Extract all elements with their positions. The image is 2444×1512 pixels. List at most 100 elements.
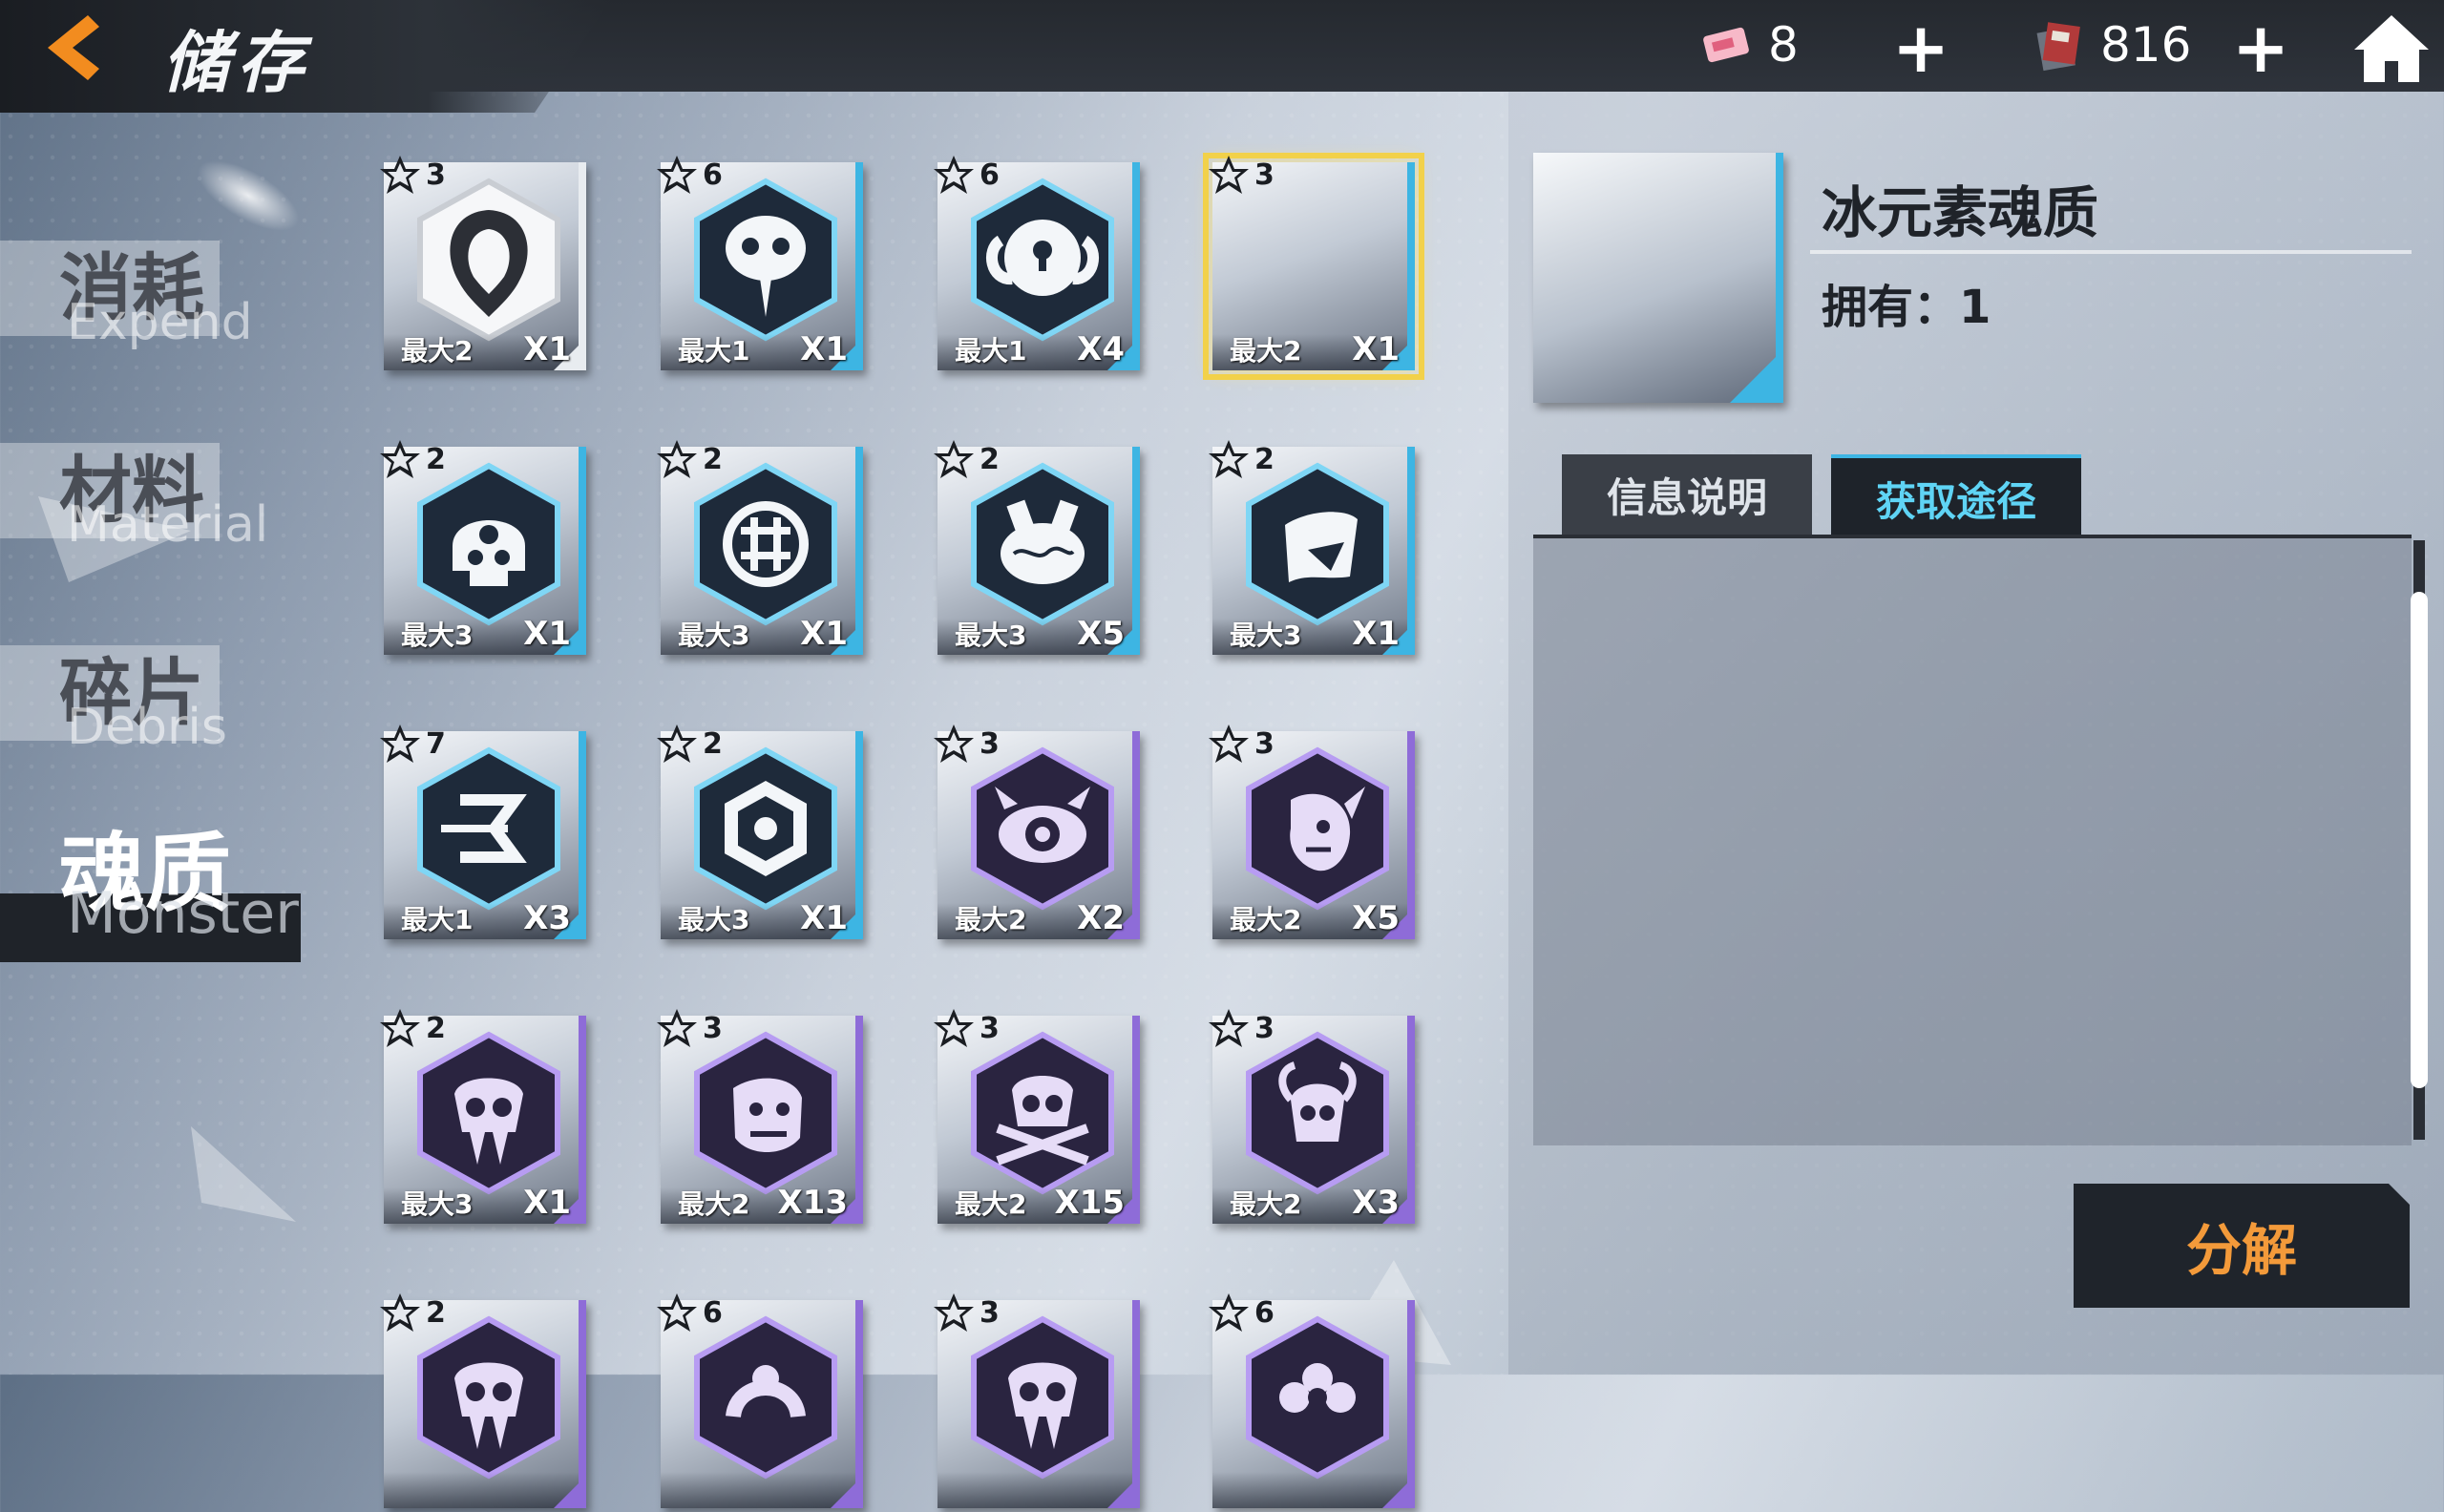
arrow-hex-icon: [417, 746, 560, 911]
item-max-label: 最大3: [955, 620, 1027, 651]
ticket-count: 8: [1768, 17, 1799, 73]
item-rank: 2: [1254, 443, 1275, 476]
item-rank: 3: [1254, 1012, 1275, 1045]
inventory-item[interactable]: 最大3 X1 2: [649, 437, 867, 659]
inventory-item[interactable]: 最大3 X5 2: [926, 437, 1144, 659]
empty-icon: [1232, 174, 1403, 346]
item-max-label: 最大1: [955, 335, 1027, 367]
item-rank: 2: [426, 443, 446, 476]
back-button[interactable]: [29, 8, 124, 88]
star-rank-icon: [1209, 156, 1249, 194]
beast-skull-icon: [417, 1031, 560, 1195]
star-rank-icon: [934, 156, 974, 194]
star-rank-icon: [1209, 1293, 1249, 1332]
item-rank: 6: [703, 1296, 723, 1330]
nav-material[interactable]: 材料 Material: [0, 431, 315, 575]
add-card-pack-button[interactable]: +: [2230, 8, 2291, 88]
item-max-label: 最大2: [1230, 904, 1302, 935]
cloak-icon: [1246, 462, 1389, 626]
inventory-item[interactable]: 最大3 X1 2: [1201, 437, 1419, 659]
detail-owned-count: 拥有：1: [1822, 281, 1991, 334]
item-max-label: 最大2: [678, 1188, 750, 1220]
inventory-item[interactable]: 最大1 X3 7: [372, 722, 590, 943]
item-max-label: 最大1: [678, 335, 750, 367]
item-rank: 6: [1254, 1296, 1275, 1330]
imp-face-icon: [1246, 746, 1389, 911]
star-rank-icon: [1209, 440, 1249, 478]
item-rank: 6: [980, 158, 1000, 192]
item-quantity: X2: [1077, 899, 1125, 937]
inventory-item[interactable]: 最大2 X2 3: [926, 722, 1144, 943]
inventory-item[interactable]: 3: [926, 1291, 1144, 1512]
nav-label-en: Monster: [67, 880, 299, 947]
star-rank-icon: [1209, 724, 1249, 763]
currency-ticket: 8: [1699, 13, 1799, 76]
item-max-label: 最大2: [1230, 335, 1302, 367]
hex-nut-icon: [694, 746, 837, 911]
item-max-label: 最大1: [401, 904, 474, 935]
add-ticket-button[interactable]: +: [1890, 8, 1951, 88]
star-rank-icon: [934, 440, 974, 478]
inventory-item[interactable]: 最大1 X1 6: [649, 153, 867, 374]
decompose-button[interactable]: 分解: [2074, 1184, 2410, 1308]
grid-orb-icon: [694, 462, 837, 626]
star-rank-icon: [657, 1293, 697, 1332]
inventory-item[interactable]: 最大2 X13 3: [649, 1006, 867, 1228]
nav-expend[interactable]: 消耗 Expend: [0, 229, 315, 372]
inventory-item[interactable]: 最大2 X1 3: [372, 153, 590, 374]
inventory-item[interactable]: 最大3 X1 2: [649, 722, 867, 943]
star-rank-icon: [1209, 1009, 1249, 1047]
item-rank: 3: [980, 1296, 1000, 1330]
inventory-item[interactable]: 最大3 X1 2: [372, 1006, 590, 1228]
item-quantity: X1: [1352, 330, 1400, 368]
inventory-item[interactable]: 最大3 X1 2: [372, 437, 590, 659]
item-quantity: X3: [523, 899, 571, 937]
item-max-label: 最大3: [678, 904, 750, 935]
star-rank-icon: [380, 1293, 420, 1332]
home-button[interactable]: [2349, 10, 2434, 86]
nav-debris[interactable]: 碎片 Debris: [0, 634, 315, 777]
inventory-item[interactable]: 6: [1201, 1291, 1419, 1512]
item-rank: 2: [703, 443, 723, 476]
item-rank: 3: [426, 158, 446, 192]
nav-monster[interactable]: 魂质 Monster: [0, 809, 315, 962]
inventory-item[interactable]: 2: [372, 1291, 590, 1512]
item-footer: [938, 1472, 1140, 1508]
inventory-item[interactable]: 6: [649, 1291, 867, 1512]
star-rank-icon: [657, 156, 697, 194]
nav-label-en: Debris: [67, 699, 227, 756]
inventory-item[interactable]: 最大1 X4 6: [926, 153, 1144, 374]
nav-label-en: Material: [67, 496, 269, 554]
tab-source[interactable]: 获取途径: [1831, 454, 2081, 538]
ogre-head-icon: [694, 1031, 837, 1195]
item-grid: 最大2 X1 3 最大1 X1 6 最大1 X4 6 最大2 X1 3 最大3 …: [372, 153, 1442, 1508]
item-quantity: X1: [800, 330, 848, 368]
plus-icon: +: [1891, 8, 1950, 88]
item-max-label: 最大3: [401, 1188, 474, 1220]
divider: [1810, 250, 2412, 254]
ram-lock-icon: [971, 178, 1114, 342]
scrollbar-thumb[interactable]: [2411, 592, 2428, 1088]
eye-demon-icon: [971, 746, 1114, 911]
star-rank-icon: [934, 1009, 974, 1047]
detail-item-name: 冰元素魂质: [1822, 180, 2099, 245]
card-pack-icon: [2036, 22, 2080, 72]
star-rank-icon: [657, 724, 697, 763]
item-max-label: 最大3: [1230, 620, 1302, 651]
card-pack-count: 816: [2100, 17, 2192, 73]
item-footer: [1212, 1472, 1415, 1508]
crossed-bones-skull-icon: [971, 1031, 1114, 1195]
item-quantity: X15: [1054, 1184, 1125, 1222]
inventory-item[interactable]: 最大2 X15 3: [926, 1006, 1144, 1228]
inventory-item[interactable]: 最大2 X5 3: [1201, 722, 1419, 943]
horned-skull-icon: [1246, 1031, 1389, 1195]
inventory-item[interactable]: 最大2 X3 3: [1201, 1006, 1419, 1228]
item-max-label: 最大2: [1230, 1188, 1302, 1220]
detail-thumbnail: [1533, 153, 1783, 403]
inventory-item[interactable]: 最大2 X1 3: [1201, 153, 1424, 380]
item-rank: 2: [703, 727, 723, 761]
tab-info[interactable]: 信息说明: [1562, 454, 1812, 535]
item-footer: [661, 1472, 863, 1508]
item-rank: 2: [980, 443, 1000, 476]
nav-label-en: Expend: [67, 294, 253, 351]
